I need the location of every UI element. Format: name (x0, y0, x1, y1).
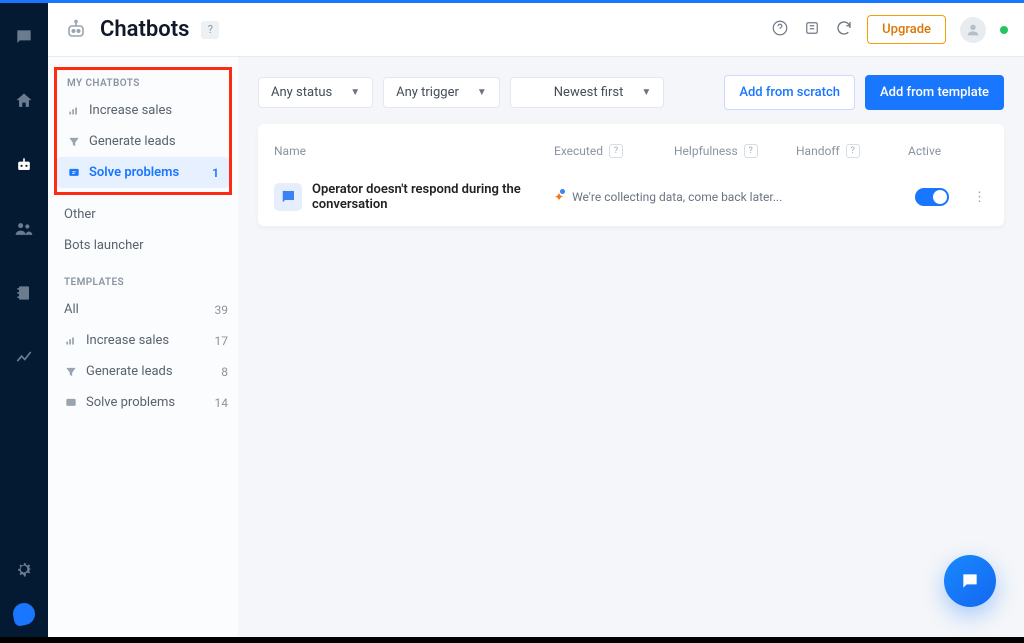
robot-icon (14, 155, 34, 175)
news-button[interactable] (803, 19, 821, 41)
sidebar-item-label: Generate leads (86, 364, 173, 379)
filter-status[interactable]: Any status ▼ (258, 77, 373, 108)
col-name: Name (274, 144, 554, 158)
app-header: Chatbots ? Upgrade (48, 3, 1024, 57)
sidebar-item-solve-problems[interactable]: Solve problems 1 (57, 157, 229, 188)
help-button[interactable] (771, 19, 789, 41)
chatbots-table: Name Executed? Helpfulness? Handoff? Act… (258, 124, 1004, 226)
nav-rail (0, 3, 48, 637)
rail-settings[interactable] (0, 549, 48, 589)
people-icon (14, 219, 34, 239)
sort-icon (523, 86, 536, 99)
chevron-down-icon: ▼ (641, 87, 651, 98)
template-item-increase-sales[interactable]: Increase sales 17 (48, 325, 238, 356)
active-toggle[interactable] (915, 188, 949, 206)
table-row[interactable]: Operator doesn't respond during the conv… (274, 172, 988, 222)
rail-visitors[interactable] (0, 209, 48, 249)
support-icon (67, 166, 81, 180)
funnel-icon (67, 135, 81, 149)
chevron-down-icon: ▼ (350, 87, 360, 98)
sidebar-item-label: Increase sales (89, 103, 172, 118)
sidebar-item-bots-launcher[interactable]: Bots launcher (48, 230, 238, 261)
sidebar-item-count: 17 (215, 334, 229, 348)
help-icon[interactable]: ? (744, 144, 758, 158)
sidebar-item-other[interactable]: Other (48, 199, 238, 230)
my-chatbots-heading: MY CHATBOTS (57, 72, 229, 95)
sidebar-item-increase-sales[interactable]: Increase sales (57, 95, 229, 126)
upgrade-button[interactable]: Upgrade (867, 15, 946, 44)
sidebar-item-count: 14 (215, 396, 229, 410)
page-help-badge[interactable]: ? (201, 21, 219, 39)
template-item-generate-leads[interactable]: Generate leads 8 (48, 356, 238, 387)
table-header: Name Executed? Helpfulness? Handoff? Act… (274, 134, 988, 172)
refresh-button[interactable] (835, 19, 853, 41)
content-area: Any status ▼ Any trigger ▼ Newest first … (238, 57, 1024, 637)
person-icon (965, 22, 981, 38)
filter-trigger-label: Any trigger (396, 85, 459, 100)
analytics-icon (14, 347, 34, 367)
news-icon (803, 19, 821, 37)
rail-chatbots[interactable] (0, 145, 48, 185)
sparkle-icon: ✦ (554, 190, 564, 204)
sidebar-item-label: Generate leads (89, 134, 176, 149)
col-active: Active (908, 144, 968, 158)
add-from-template-button[interactable]: Add from template (865, 75, 1004, 110)
help-icon[interactable]: ? (846, 144, 860, 158)
bot-avatar-icon (274, 183, 302, 211)
funnel-icon (64, 365, 78, 379)
contacts-icon (14, 283, 34, 303)
robot-icon (64, 18, 88, 42)
support-icon (64, 396, 78, 410)
sidebar-item-count: 39 (215, 303, 229, 317)
my-chatbots-highlight: MY CHATBOTS Increase sales Generate lead… (54, 67, 232, 195)
sidebar-item-label: Other (64, 207, 96, 222)
chatbots-sidebar: MY CHATBOTS Increase sales Generate lead… (48, 57, 238, 637)
rail-analytics[interactable] (0, 337, 48, 377)
toolbar: Any status ▼ Any trigger ▼ Newest first … (258, 75, 1004, 110)
refresh-icon (835, 19, 853, 37)
rail-inbox[interactable] (0, 17, 48, 57)
help-icon[interactable]: ? (609, 144, 623, 158)
sidebar-item-label: All (64, 302, 79, 317)
sidebar-item-label: Solve problems (89, 165, 179, 180)
add-from-scratch-button[interactable]: Add from scratch (724, 75, 855, 110)
chevron-down-icon: ▼ (477, 87, 487, 98)
tidio-logo-icon[interactable] (11, 601, 37, 627)
online-status-icon (1000, 26, 1008, 34)
growth-icon (67, 104, 81, 118)
template-item-all[interactable]: All 39 (48, 294, 238, 325)
sidebar-item-label: Increase sales (86, 333, 169, 348)
sidebar-item-label: Bots launcher (64, 238, 144, 253)
templates-heading: TEMPLATES (48, 271, 238, 294)
page-title: Chatbots (100, 17, 189, 42)
template-item-solve-problems[interactable]: Solve problems 14 (48, 387, 238, 418)
sidebar-item-label: Solve problems (86, 395, 175, 410)
user-avatar[interactable] (960, 17, 986, 43)
chat-icon (960, 571, 980, 591)
growth-icon (64, 334, 78, 348)
sidebar-item-count: 1 (212, 166, 219, 180)
sort-label: Newest first (554, 85, 624, 100)
chat-bubble-icon (14, 27, 34, 47)
sidebar-item-generate-leads[interactable]: Generate leads (57, 126, 229, 157)
home-icon (14, 91, 34, 111)
chat-launcher-fab[interactable] (944, 555, 996, 607)
rail-home[interactable] (0, 81, 48, 121)
filter-trigger[interactable]: Any trigger ▼ (383, 77, 500, 108)
help-circle-icon (771, 19, 789, 37)
collecting-message: ✦ We're collecting data, come back later… (554, 190, 896, 204)
sidebar-item-count: 8 (221, 365, 228, 379)
col-executed: Executed? (554, 144, 674, 158)
rail-contacts[interactable] (0, 273, 48, 313)
col-handoff: Handoff? (796, 144, 896, 158)
sort-dropdown[interactable]: Newest first ▼ (510, 77, 665, 108)
filter-status-label: Any status (271, 85, 332, 100)
col-helpfulness: Helpfulness? (674, 144, 796, 158)
bot-name: Operator doesn't respond during the conv… (312, 182, 532, 212)
gear-icon (14, 559, 34, 579)
row-menu-button[interactable]: ⋮ (971, 190, 988, 205)
